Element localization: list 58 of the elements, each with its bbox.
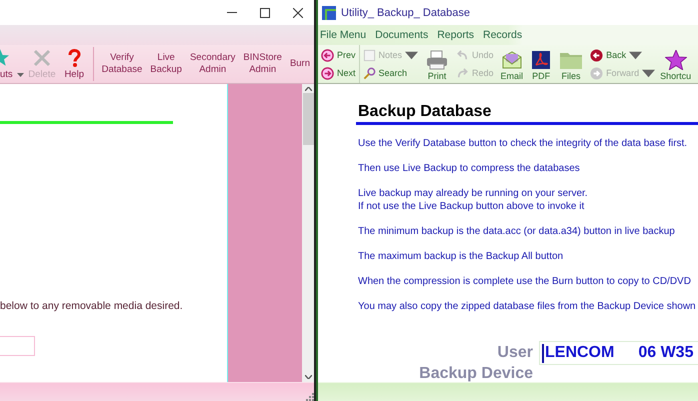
toolbar-button[interactable]: PDF bbox=[527, 45, 556, 83]
menu-item[interactable]: Records bbox=[482, 29, 522, 41]
left-arrow-icon bbox=[321, 48, 334, 62]
scrollbar[interactable] bbox=[302, 84, 314, 382]
right-arrow-icon bbox=[321, 66, 334, 80]
toolbar-button[interactable]: Live Backup bbox=[146, 45, 186, 83]
instruction-text: The maximum backup is the Backup All button bbox=[358, 250, 564, 263]
instruction-text: below to any removable media desired. bbox=[0, 300, 184, 312]
printer-icon bbox=[425, 50, 450, 70]
input-field[interactable] bbox=[0, 336, 35, 356]
toolbar-button[interactable]: BINStore Admin bbox=[239, 45, 286, 83]
instruction-text: When the compression is complete use the Burn button to copy to CD/DVD bbox=[358, 275, 691, 288]
star-icon bbox=[664, 50, 687, 70]
forward-arrow-icon bbox=[590, 66, 604, 80]
instruction-text: If not use the Live Backup button above to invoke it bbox=[358, 200, 584, 213]
resize-grip-icon bbox=[306, 393, 314, 401]
instruction-text: You may also copy the zipped database files from the Backup Device shown bbox=[358, 300, 696, 313]
toolbar-button[interactable]: Help bbox=[60, 45, 89, 83]
toolbar-button[interactable]: Back bbox=[588, 46, 658, 64]
toolbar-button[interactable]: Shortcu bbox=[658, 45, 692, 83]
instruction-text: Then use Live Backup to compress the databases bbox=[358, 162, 580, 175]
back-arrow-icon bbox=[590, 48, 604, 62]
undo-icon bbox=[456, 48, 470, 62]
toolbar-button[interactable]: uts bbox=[0, 45, 24, 83]
toolbar-button[interactable]: Email bbox=[496, 45, 528, 83]
scrollbar-thumb[interactable] bbox=[302, 93, 314, 145]
minimize-icon bbox=[226, 12, 236, 13]
folder-icon bbox=[559, 50, 584, 70]
pdf-icon bbox=[531, 50, 552, 70]
instruction-text: Use the Verify Database button to check the integrity of the data base first. bbox=[358, 137, 688, 150]
menu-item[interactable]: Documents bbox=[375, 29, 428, 41]
maximize-icon bbox=[260, 8, 270, 18]
field-label: Backup Device bbox=[419, 365, 533, 382]
window-title: Utility_ Backup_ Database bbox=[341, 6, 470, 18]
toolbar-button[interactable]: Burn bbox=[286, 45, 314, 83]
user-field[interactable]: LENCOM 06 W35 bbox=[539, 341, 698, 365]
scroll-down-icon bbox=[304, 375, 312, 379]
envelope-icon bbox=[500, 50, 523, 70]
toolbar-button[interactable]: Next bbox=[319, 64, 358, 82]
menu-item[interactable]: Reports bbox=[437, 29, 474, 41]
close-x-icon bbox=[32, 48, 52, 68]
instruction-text: The minimum backup is the data.acc (or data.a34) button in live backup bbox=[358, 225, 675, 238]
field-label: User bbox=[497, 344, 533, 362]
search-icon bbox=[362, 66, 376, 80]
toolbar-button[interactable]: Search bbox=[360, 64, 420, 82]
page-heading: Backup Database bbox=[356, 102, 698, 125]
toolbar-button[interactable]: Print bbox=[421, 45, 454, 83]
scroll-up-icon bbox=[304, 87, 312, 91]
redo-icon bbox=[456, 66, 470, 80]
toolbar-button[interactable]: Files bbox=[555, 45, 588, 83]
app-icon bbox=[322, 6, 336, 20]
toolbar-button[interactable]: Secondary Admin bbox=[186, 45, 240, 83]
instruction-text: Live backup may already be running on your server. bbox=[358, 187, 588, 200]
toolbar-button[interactable]: Prev bbox=[319, 46, 358, 64]
toolbar-button[interactable]: Verify Database bbox=[98, 45, 146, 83]
note-icon bbox=[362, 48, 376, 62]
close-icon bbox=[292, 8, 302, 18]
menu-item[interactable]: File Menu bbox=[320, 29, 366, 41]
